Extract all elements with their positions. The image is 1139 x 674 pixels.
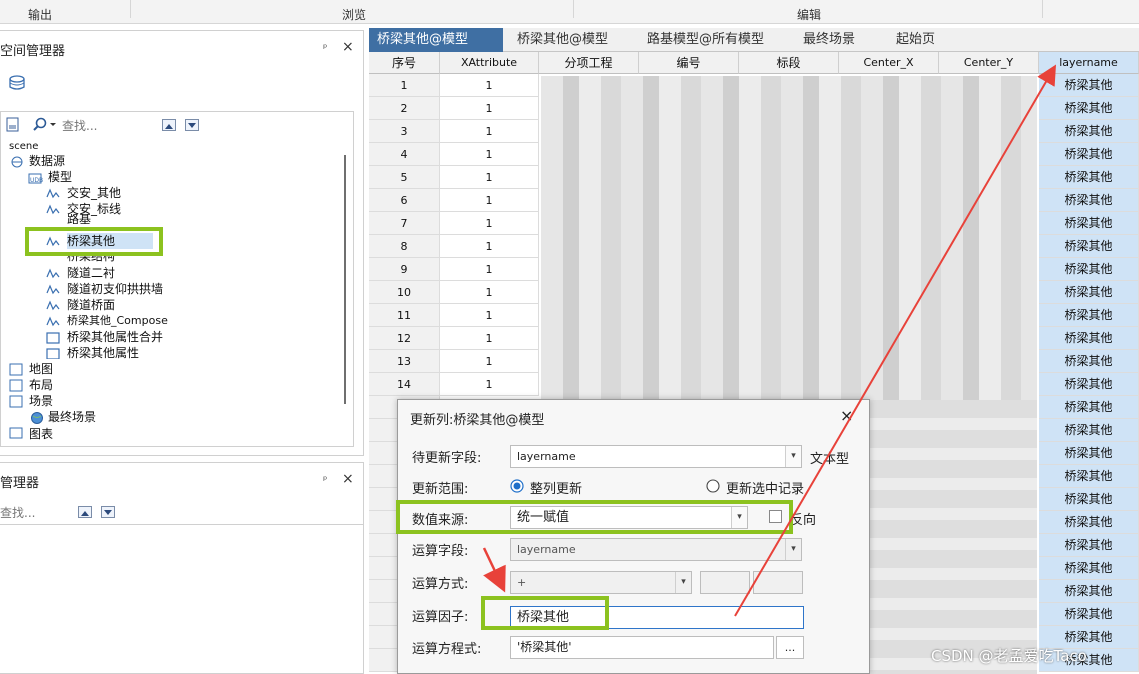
watermark: CSDN @老孟爱吃Taco <box>931 647 1087 665</box>
annotation-arrows <box>482 64 1057 617</box>
